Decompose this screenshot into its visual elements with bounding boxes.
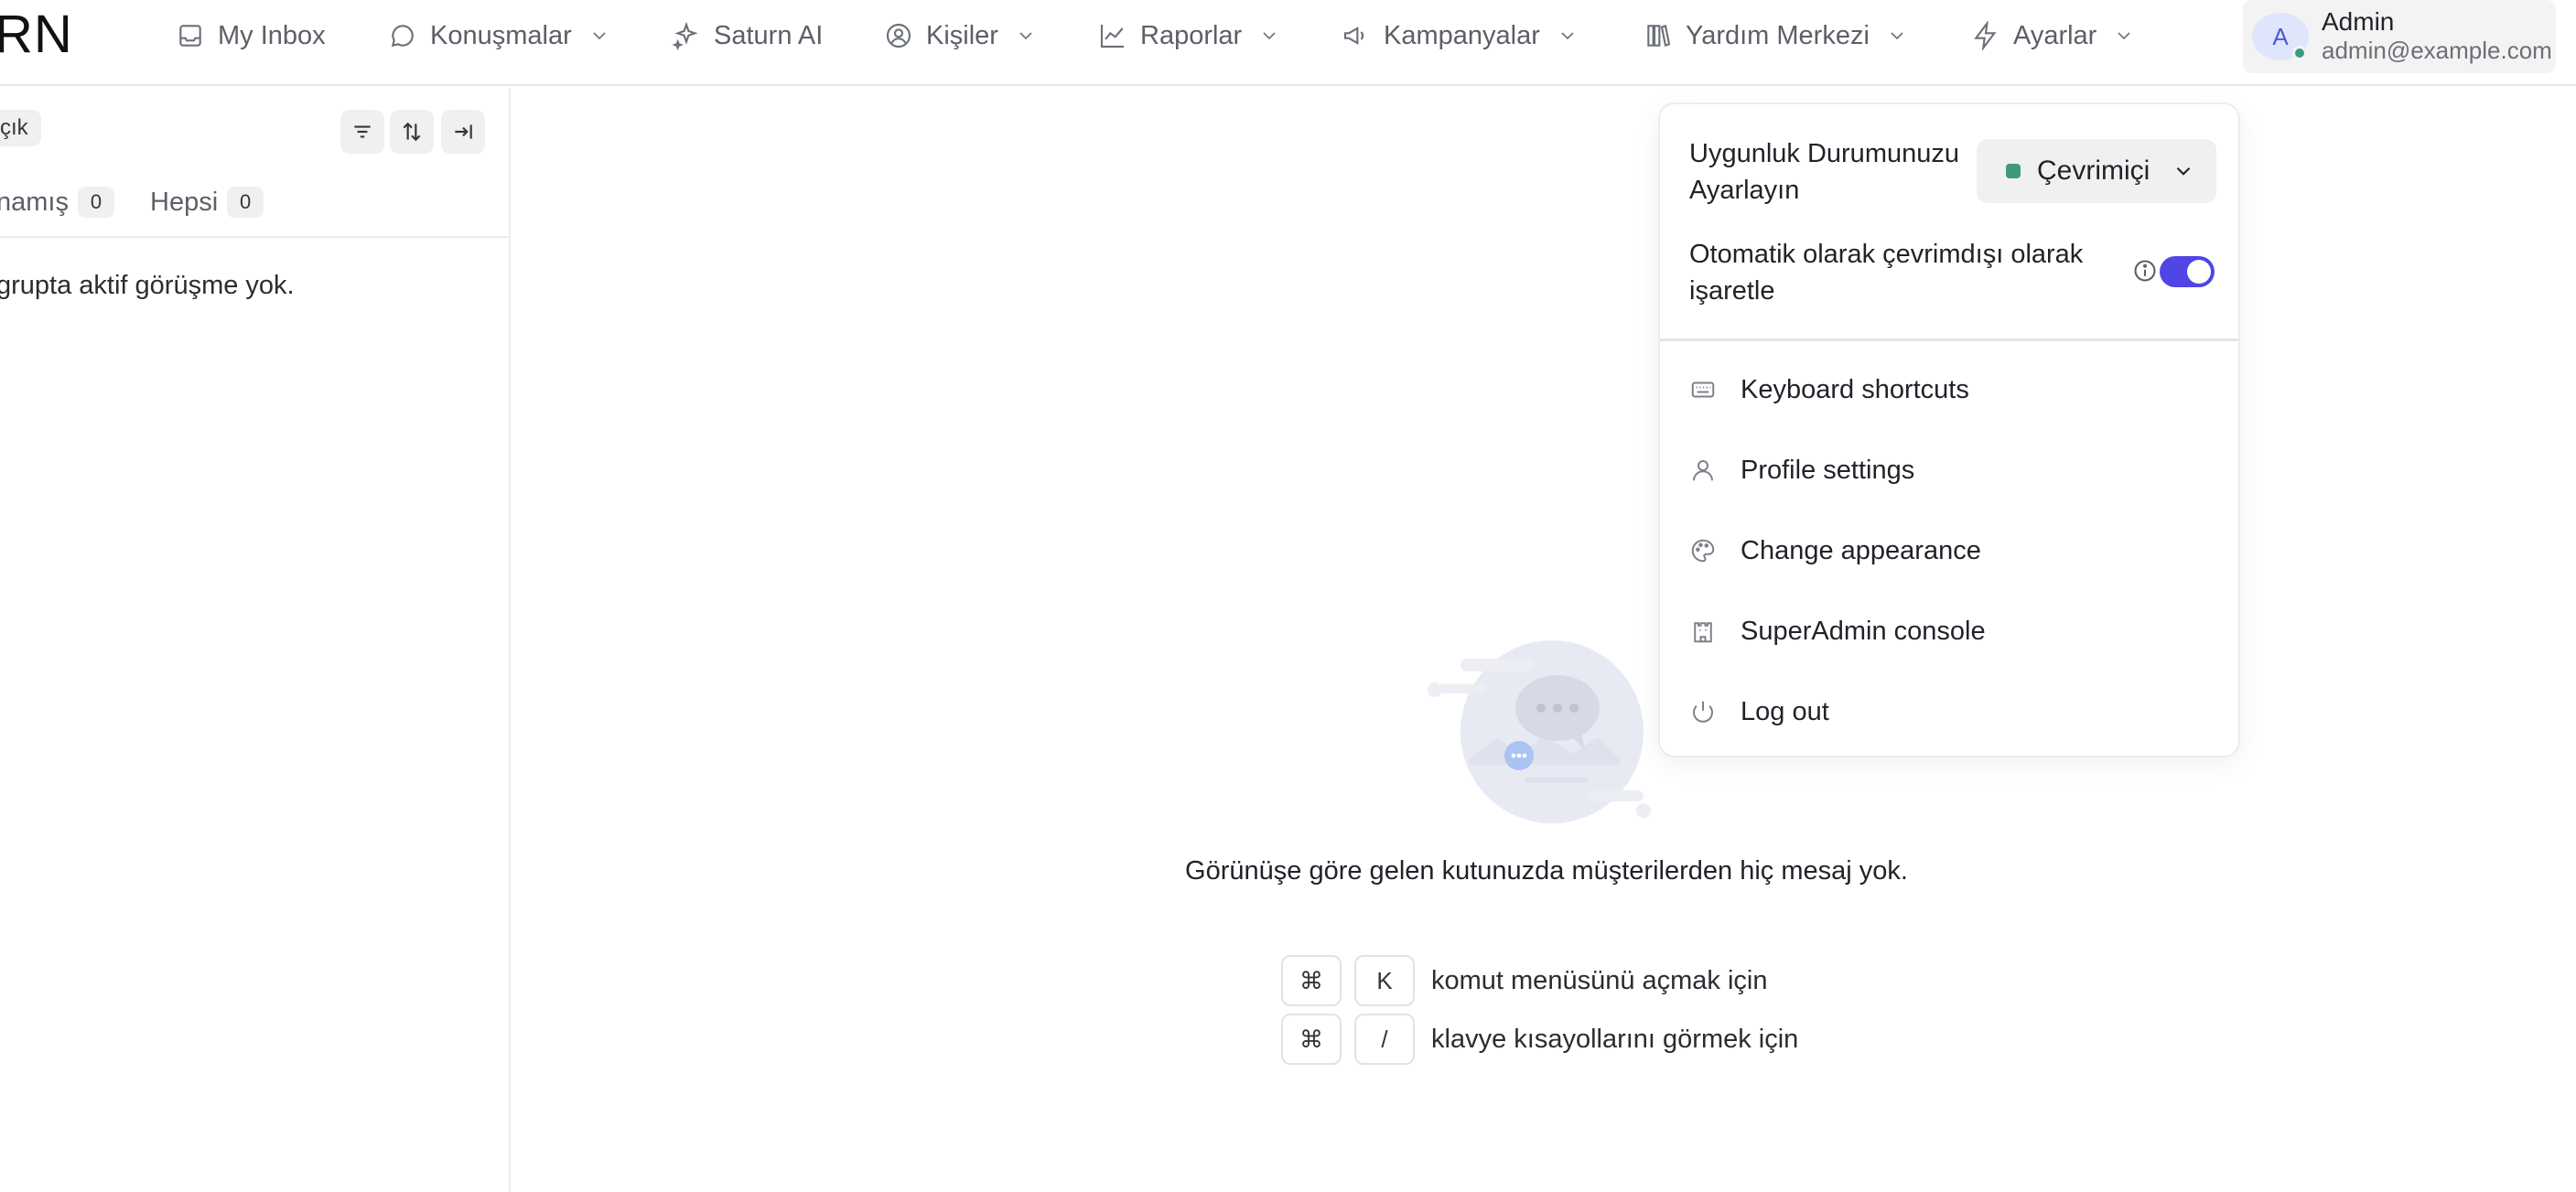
tab-count-badge: 0 [227,187,264,218]
chevron-down-icon [593,32,606,40]
nav-item-kampanyalar[interactable]: Kampanyalar [1342,15,1579,57]
library-icon [1647,24,1671,48]
keyboard-icon [1691,381,1715,398]
tab-all[interactable]: Hepsi 0 [150,187,264,218]
nav-label: Yardım Merkezi [1686,20,1870,50]
availability-select[interactable]: Çevrimiçi [1977,139,2216,203]
top-navbar: RN My Inbox Konuşmalar Saturn AI Kişiler… [0,0,2576,86]
palette-icon [1691,539,1715,563]
collapse-panel-button[interactable] [441,110,485,154]
castle-icon [1694,622,1712,643]
conversation-list-panel: çık namış 0 Hepsi 0 grupta aktif görüşme… [0,88,511,1192]
chevron-down-icon [1561,32,1574,40]
availability-value: Çevrimiçi [2037,156,2150,186]
nav-item-konusmalar[interactable]: Konuşmalar [388,15,610,57]
info-circle-icon [2134,260,2156,282]
chevron-down-icon [1019,32,1032,40]
nav-label: Raporlar [1140,20,1243,50]
availability-label: Uygunluk Durumunuzu Ayarlayın [1689,135,1959,209]
nav-label: Ayarlar [2013,20,2097,50]
sparkles-icon [672,21,698,50]
nav-item-raporlar[interactable]: Raporlar [1098,15,1280,57]
user-name: Admin [2322,7,2395,36]
shortcut-description: komut menüsünü açmak için [1431,965,1768,995]
key-cap: ⌘ [1281,1014,1342,1065]
user-email: admin@example.com [2322,37,2552,64]
megaphone-icon [1343,27,1364,45]
brand-logo[interactable]: RN [0,5,73,64]
shortcut-description: klavye kısayollarını görmek için [1431,1024,1799,1054]
menu-item-superadmin-console[interactable]: SuperAdmin console [1689,609,1986,653]
tab-unassigned[interactable]: namış 0 [0,187,114,218]
profile-dropdown-menu: Uygunluk Durumunuzu Ayarlayın Çevrimiçi … [1658,102,2240,757]
nav-label: Kişiler [926,20,998,50]
sort-icon [403,122,421,142]
key-cap: K [1354,955,1415,1006]
nav-label: Saturn AI [714,20,824,50]
menu-item-label: Log out [1741,696,1829,726]
chevron-down-icon [2177,166,2191,176]
chart-line-icon [1100,25,1124,48]
key-cap: / [1354,1014,1415,1065]
tab-count-badge: 0 [77,187,114,218]
app-root: RN My Inbox Konuşmalar Saturn AI Kişiler… [0,0,2576,1192]
nav-item-ayarlar[interactable]: Ayarlar [1971,15,2135,57]
nav-item-my-inbox[interactable]: My Inbox [176,15,326,57]
menu-item-label: SuperAdmin console [1741,616,1986,646]
key-cap: ⌘ [1281,955,1342,1006]
empty-inbox-illustration [1428,640,1651,823]
bolt-icon [1974,21,1997,50]
menu-item-profile-settings[interactable]: Profile settings [1689,448,1914,492]
menu-item-change-appearance[interactable]: Change appearance [1689,529,1981,573]
filter-icon [354,125,371,138]
auto-offline-label-line: Otomatik olarak çevrimdışı olarak [1689,240,2084,269]
user-icon [1693,460,1713,481]
nav-label: My Inbox [218,20,326,50]
filter-button[interactable] [340,110,384,154]
auto-offline-label: Otomatik olarak çevrimdışı olarak işaret… [1689,236,2083,309]
menu-divider [1660,338,2238,341]
chevron-down-icon [2118,32,2130,40]
power-icon [1693,701,1713,723]
sort-button[interactable] [390,110,434,154]
chevron-down-icon [1891,32,1903,40]
presence-indicator [2292,46,2307,60]
collapse-panel-icon [455,124,472,139]
menu-item-label: Keyboard shortcuts [1741,374,1969,404]
availability-label-line: Ayarlayın [1689,176,1800,205]
nav-label: Konuşmalar [430,20,572,50]
nav-item-kisiler[interactable]: Kişiler [884,15,1037,57]
menu-item-label: Profile settings [1741,455,1915,485]
menu-item-keyboard-shortcuts[interactable]: Keyboard shortcuts [1689,368,1969,412]
menu-item-log-out[interactable]: Log out [1689,690,1829,734]
user-menu-trigger[interactable]: A Admin admin@example.com [2243,0,2556,73]
chevron-down-icon [1263,32,1276,40]
auto-offline-label-line: işaretle [1689,276,1775,306]
tabs-divider [0,236,509,238]
inbox-empty-message: Görünüşe göre gelen kutunuzda müşteriler… [1185,856,1908,886]
status-filter-pill[interactable]: çık [0,110,41,146]
nav-item-saturn-ai[interactable]: Saturn AI [672,15,823,57]
nav-item-yardim-merkezi[interactable]: Yardım Merkezi [1644,15,1908,57]
auto-offline-toggle[interactable] [2160,256,2215,287]
availability-status-dot [2006,164,2021,178]
info-icon[interactable] [2132,258,2158,284]
shortcut-hint-keyboard-shortcuts: ⌘ / klavye kısayollarını görmek için [1281,1014,1798,1065]
contact-icon [886,23,911,48]
inbox-icon [179,25,201,47]
nav-label: Kampanyalar [1384,20,1540,50]
shortcut-hint-command-menu: ⌘ K komut menüsünü açmak için [1281,955,1768,1006]
conversation-list-empty-message: grupta aktif görüşme yok. [0,271,295,300]
tab-label: Hepsi [150,187,219,217]
chat-bubble-icon [391,25,414,48]
menu-item-label: Change appearance [1741,535,1981,565]
availability-label-line: Uygunluk Durumunuzu [1689,139,1959,168]
tab-label: namış [0,187,69,217]
